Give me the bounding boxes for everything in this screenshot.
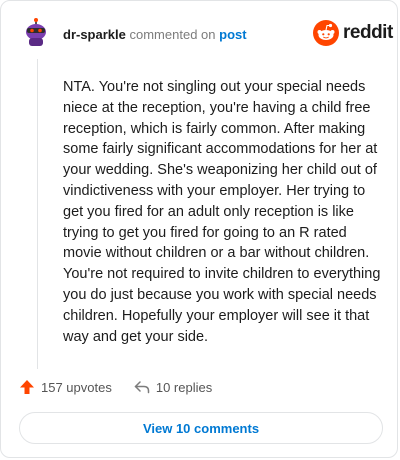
replies-button[interactable]: 10 replies [134,380,212,395]
upvote-count: 157 upvotes [41,379,112,395]
upvote-button[interactable]: 157 upvotes [19,379,112,395]
user-avatar[interactable] [21,17,51,47]
action-text: commented on [129,27,216,42]
comment-card: dr-sparkle commented on post reddit NTA.… [0,0,398,458]
comment-header: dr-sparkle commented on post [63,27,247,43]
post-link[interactable]: post [219,27,246,42]
comment-body: NTA. You're not singling out your specia… [63,79,381,345]
upvote-arrow-icon [20,380,34,394]
snoo-avatar-icon [21,17,51,47]
reddit-logo[interactable]: reddit [313,19,393,47]
username-link[interactable]: dr-sparkle [63,27,126,42]
reddit-wordmark: reddit [343,22,393,43]
reply-arrow-icon [134,381,150,394]
comment-actions: 157 upvotes 10 replies [19,377,212,397]
view-comments-button[interactable]: View 10 comments [19,412,383,444]
thread-line[interactable] [37,59,38,369]
reddit-snoo-icon [313,20,339,46]
replies-count: 10 replies [155,379,213,395]
